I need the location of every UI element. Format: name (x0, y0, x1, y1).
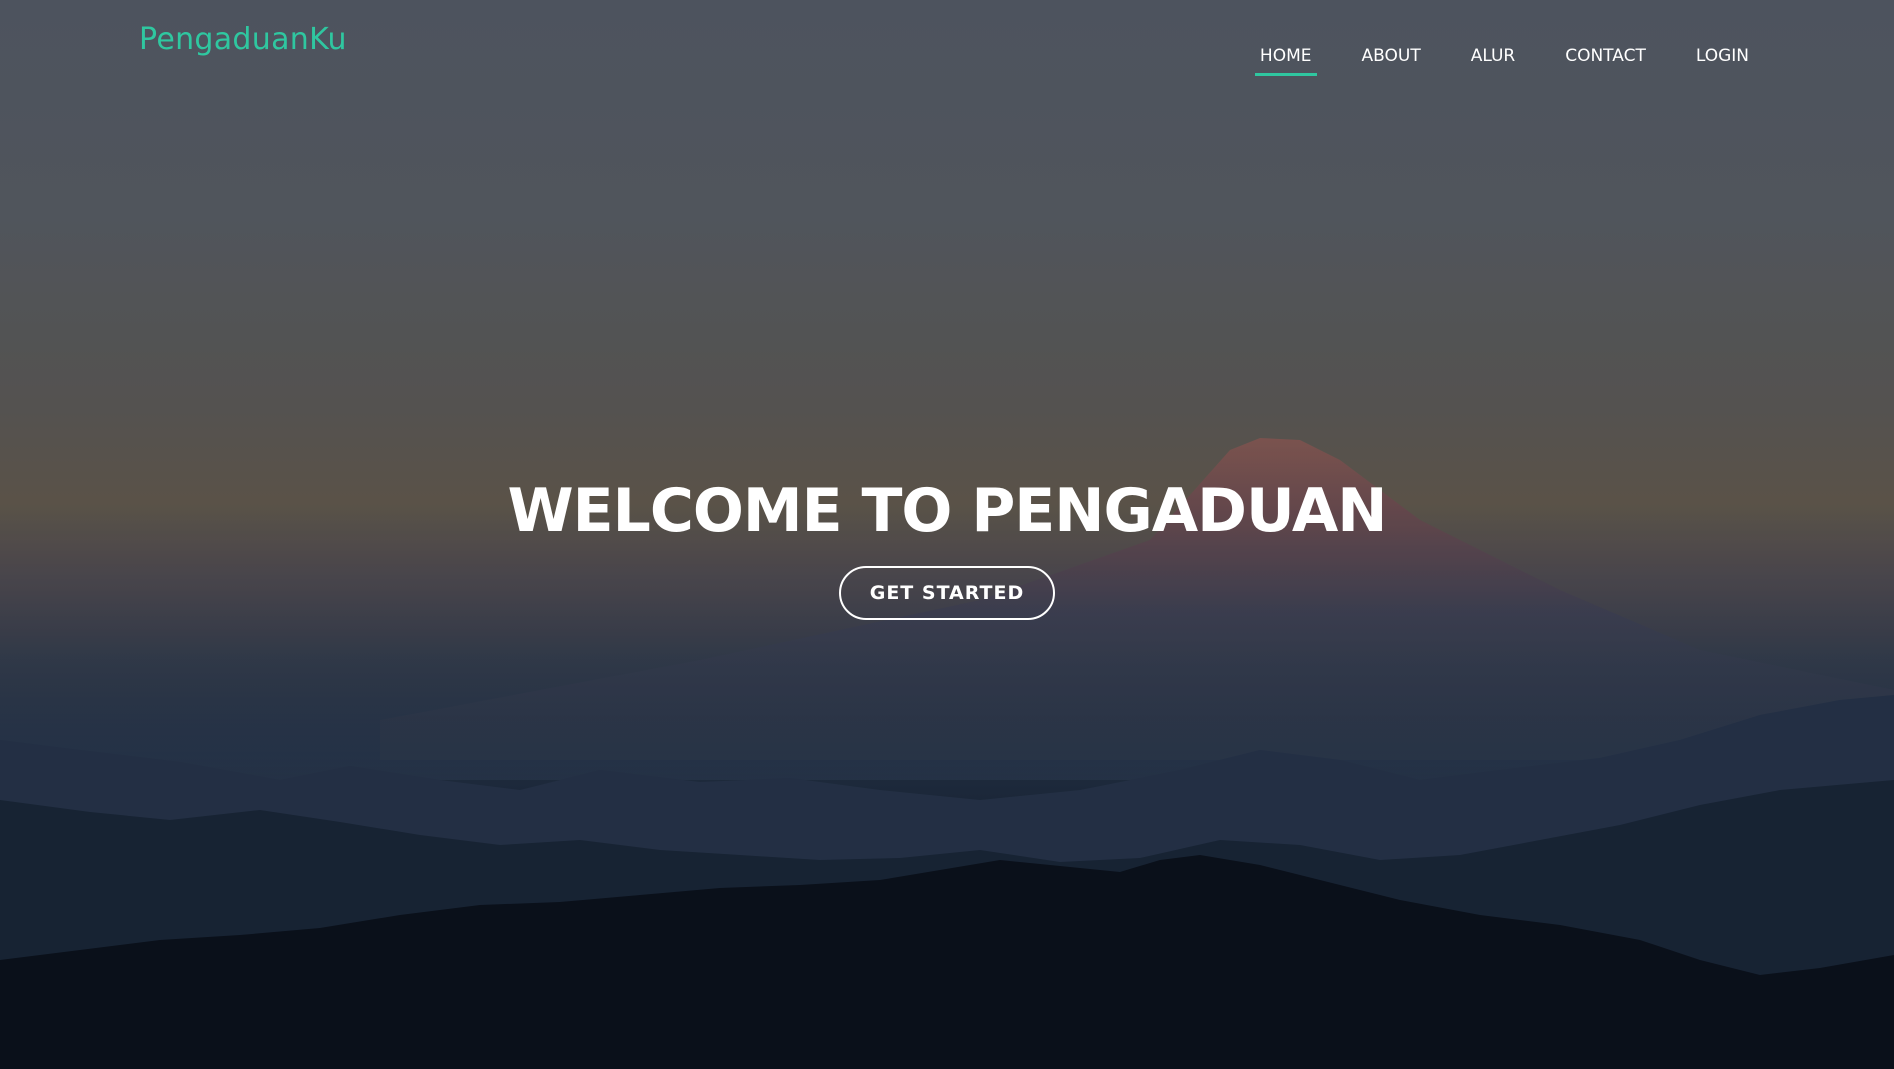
site-logo[interactable]: PengaduanKu (139, 22, 347, 57)
hero-title: WELCOME TO PENGADUAN (507, 476, 1387, 546)
get-started-button[interactable]: GET STARTED (839, 566, 1055, 620)
nav-item-home[interactable]: HOME (1254, 44, 1317, 76)
site-header: PengaduanKu HOME ABOUT ALUR CONTACT LOGI… (0, 0, 1894, 110)
nav-item-contact[interactable]: CONTACT (1560, 44, 1651, 76)
nav-item-login[interactable]: LOGIN (1691, 44, 1754, 76)
nav-item-about[interactable]: ABOUT (1357, 44, 1426, 76)
main-nav: HOME ABOUT ALUR CONTACT LOGIN (1215, 44, 1754, 76)
hero-section: PengaduanKu HOME ABOUT ALUR CONTACT LOGI… (0, 0, 1894, 1069)
nav-item-alur[interactable]: ALUR (1466, 44, 1521, 76)
hero-content: WELCOME TO PENGADUAN GET STARTED (0, 475, 1894, 620)
